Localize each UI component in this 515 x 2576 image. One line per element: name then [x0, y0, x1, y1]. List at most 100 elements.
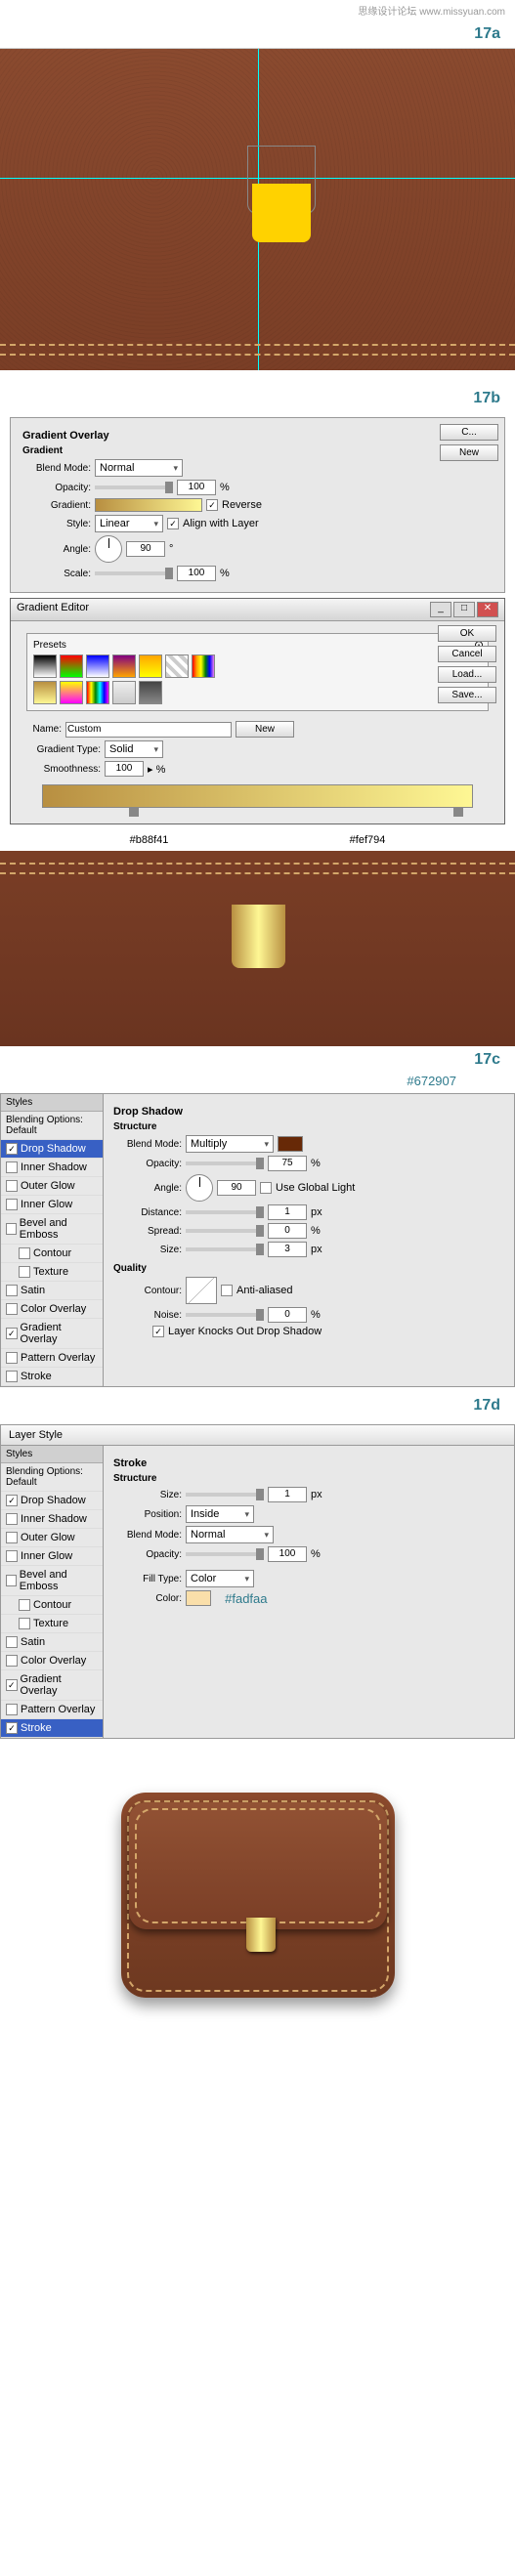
- blending-options[interactable]: Blending Options: Default: [1, 1112, 103, 1140]
- gradient-swatch[interactable]: [95, 498, 202, 512]
- scale-slider[interactable]: [95, 571, 173, 575]
- style-satin[interactable]: Satin: [1, 1282, 103, 1300]
- angle-dial[interactable]: [95, 535, 122, 563]
- opacity-slider[interactable]: [186, 1552, 264, 1556]
- style-select[interactable]: Linear: [95, 515, 163, 532]
- style-inner-shadow[interactable]: Inner Shadow: [1, 1510, 103, 1529]
- style-inner-shadow[interactable]: Inner Shadow: [1, 1159, 103, 1177]
- smoothness-value[interactable]: 100: [105, 761, 144, 777]
- size-slider[interactable]: [186, 1247, 264, 1251]
- align-checkbox[interactable]: ✓: [167, 518, 179, 529]
- gradient-type-select[interactable]: Solid: [105, 740, 163, 758]
- preset-swatch[interactable]: [60, 655, 83, 678]
- style-outer-glow[interactable]: Outer Glow: [1, 1177, 103, 1196]
- opacity-value[interactable]: 75: [268, 1156, 307, 1171]
- style-texture[interactable]: Texture: [1, 1615, 103, 1633]
- gradient-stop-left[interactable]: [129, 807, 139, 817]
- preset-swatch[interactable]: [112, 681, 136, 704]
- save-button[interactable]: Save...: [438, 687, 496, 703]
- preset-swatch[interactable]: [86, 681, 109, 704]
- preset-swatch[interactable]: [165, 655, 189, 678]
- close-button[interactable]: ✕: [477, 602, 498, 617]
- anti-aliased-checkbox[interactable]: [221, 1285, 233, 1296]
- style-gradient-overlay[interactable]: ✓Gradient Overlay: [1, 1319, 103, 1349]
- distance-slider[interactable]: [186, 1210, 264, 1214]
- scale-value[interactable]: 100: [177, 566, 216, 581]
- reverse-checkbox[interactable]: ✓: [206, 499, 218, 511]
- ok-button[interactable]: OK: [438, 625, 496, 642]
- angle-value[interactable]: 90: [217, 1180, 256, 1196]
- style-pattern-overlay[interactable]: Pattern Overlay: [1, 1349, 103, 1368]
- noise-slider[interactable]: [186, 1313, 264, 1317]
- step-17a: 17a: [0, 21, 515, 48]
- preset-swatch[interactable]: [33, 655, 57, 678]
- presets-label: Presets: [33, 640, 482, 651]
- blend-mode-select[interactable]: Normal: [186, 1526, 274, 1543]
- style-color-overlay[interactable]: Color Overlay: [1, 1652, 103, 1670]
- shadow-color-swatch[interactable]: [278, 1136, 303, 1152]
- maximize-button[interactable]: □: [453, 602, 475, 617]
- style-bevel-emboss[interactable]: Bevel and Emboss: [1, 1214, 103, 1245]
- style-stroke[interactable]: Stroke: [1, 1368, 103, 1386]
- angle-value[interactable]: 90: [126, 541, 165, 557]
- noise-value[interactable]: 0: [268, 1307, 307, 1323]
- style-stroke[interactable]: ✓Stroke: [1, 1719, 103, 1738]
- opacity-slider[interactable]: [95, 486, 173, 489]
- c-button[interactable]: C...: [440, 424, 498, 441]
- stroke-color-swatch[interactable]: [186, 1590, 211, 1606]
- size-value[interactable]: 3: [268, 1242, 307, 1257]
- position-select[interactable]: Inside: [186, 1505, 254, 1523]
- global-light-checkbox[interactable]: [260, 1182, 272, 1194]
- size-value[interactable]: 1: [268, 1487, 307, 1502]
- spread-slider[interactable]: [186, 1229, 264, 1233]
- style-bevel-emboss[interactable]: Bevel and Emboss: [1, 1566, 103, 1596]
- angle-dial[interactable]: [186, 1174, 213, 1202]
- contour-swatch[interactable]: [186, 1277, 217, 1304]
- new-gradient-button[interactable]: New: [236, 721, 294, 738]
- style-outer-glow[interactable]: Outer Glow: [1, 1529, 103, 1547]
- cancel-button[interactable]: Cancel: [438, 646, 496, 662]
- opacity-slider[interactable]: [186, 1161, 264, 1165]
- spread-label: Spread:: [113, 1226, 182, 1237]
- fill-type-select[interactable]: Color: [186, 1570, 254, 1587]
- noise-label: Noise:: [113, 1310, 182, 1321]
- preset-swatch[interactable]: [33, 681, 57, 704]
- gradient-bar[interactable]: [42, 784, 473, 808]
- style-satin[interactable]: Satin: [1, 1633, 103, 1652]
- preset-swatch[interactable]: [112, 655, 136, 678]
- style-drop-shadow[interactable]: ✓Drop Shadow: [1, 1492, 103, 1510]
- blend-mode-select[interactable]: Multiply: [186, 1135, 274, 1153]
- percent-label: %: [220, 482, 230, 493]
- style-texture[interactable]: Texture: [1, 1263, 103, 1282]
- structure-label: Structure: [113, 1473, 504, 1484]
- drop-shadow-header: Drop Shadow: [113, 1106, 504, 1118]
- style-gradient-overlay[interactable]: ✓Gradient Overlay: [1, 1670, 103, 1701]
- new-style-button[interactable]: New: [440, 444, 498, 461]
- gradient-name-input[interactable]: [65, 722, 232, 738]
- preset-swatch[interactable]: [60, 681, 83, 704]
- style-contour[interactable]: Contour: [1, 1245, 103, 1263]
- knockout-checkbox[interactable]: ✓: [152, 1326, 164, 1337]
- minimize-button[interactable]: _: [430, 602, 451, 617]
- load-button[interactable]: Load...: [438, 666, 496, 683]
- scale-label: Scale:: [22, 569, 91, 579]
- preset-swatch[interactable]: [86, 655, 109, 678]
- opacity-label: Opacity:: [113, 1159, 182, 1169]
- opacity-value[interactable]: 100: [268, 1546, 307, 1562]
- style-pattern-overlay[interactable]: Pattern Overlay: [1, 1701, 103, 1719]
- gradient-stop-right[interactable]: [453, 807, 463, 817]
- preset-swatch[interactable]: [139, 681, 162, 704]
- distance-value[interactable]: 1: [268, 1204, 307, 1220]
- blending-options[interactable]: Blending Options: Default: [1, 1463, 103, 1492]
- style-drop-shadow[interactable]: ✓Drop Shadow: [1, 1140, 103, 1159]
- preset-swatch[interactable]: [192, 655, 215, 678]
- spread-value[interactable]: 0: [268, 1223, 307, 1239]
- style-contour[interactable]: Contour: [1, 1596, 103, 1615]
- style-inner-glow[interactable]: Inner Glow: [1, 1196, 103, 1214]
- preset-swatch[interactable]: [139, 655, 162, 678]
- style-color-overlay[interactable]: Color Overlay: [1, 1300, 103, 1319]
- size-slider[interactable]: [186, 1493, 264, 1497]
- style-inner-glow[interactable]: Inner Glow: [1, 1547, 103, 1566]
- opacity-value[interactable]: 100: [177, 480, 216, 495]
- blend-mode-select[interactable]: Normal: [95, 459, 183, 477]
